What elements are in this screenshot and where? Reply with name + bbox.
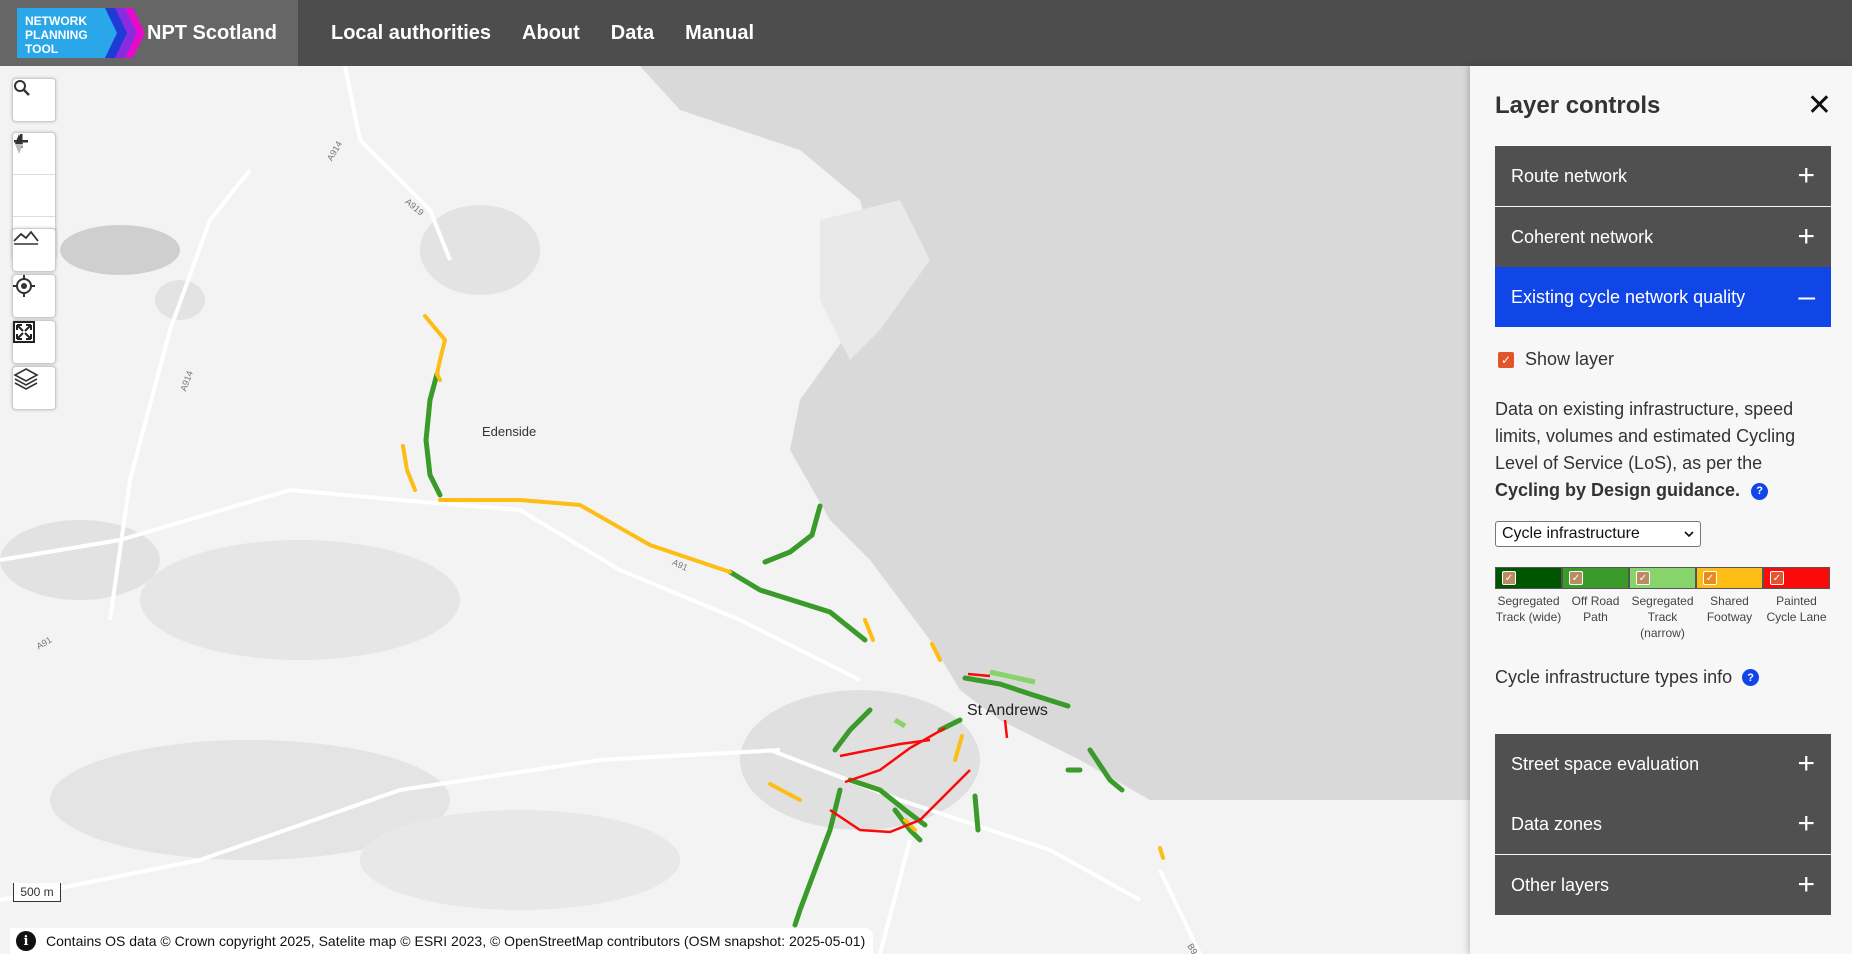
fullscreen-button[interactable]	[13, 321, 55, 363]
section-label: Other layers	[1511, 874, 1610, 895]
check-icon: ✓	[1569, 571, 1583, 585]
legend-swatch[interactable]: ✓	[1562, 567, 1629, 589]
legend-label: Segregated Track (wide)	[1495, 594, 1562, 624]
chevron-down-icon	[1684, 531, 1694, 538]
fullscreen-icon	[13, 321, 35, 343]
section-street-space-evaluation[interactable]: Street space evaluation +	[1495, 734, 1831, 794]
attribution-bar: i Contains OS data © Crown copyright 202…	[10, 928, 874, 954]
legend-label: Off Road Path	[1571, 594, 1620, 624]
legend-item-shared-footway: ✓ Shared Footway	[1696, 567, 1763, 641]
legend-swatch[interactable]: ✓	[1696, 567, 1763, 589]
show-layer-row: ✓ Show layer	[1495, 349, 1614, 370]
compass-icon	[15, 134, 23, 154]
map-canvas[interactable]: Edenside St Andrews A914 A919 A914 A91 A…	[0, 66, 1470, 954]
section-label: Data zones	[1511, 813, 1603, 834]
section-label: Coherent network	[1511, 226, 1654, 247]
cycling-by-design-link[interactable]: Cycling by Design guidance.	[1495, 480, 1740, 500]
geolocate-control	[12, 274, 56, 318]
search-button[interactable]	[13, 79, 55, 121]
section-route-network[interactable]: Route network +	[1495, 146, 1831, 206]
expand-icon: +	[1797, 868, 1815, 901]
app-title[interactable]: NPT Scotland	[147, 22, 277, 45]
legend-item-segregated-wide: ✓ Segregated Track (wide)	[1495, 567, 1562, 641]
search-icon	[14, 80, 30, 96]
nav-manual[interactable]: Manual	[685, 22, 754, 45]
geolocate-icon	[13, 275, 35, 297]
fullscreen-control	[12, 320, 56, 364]
main-nav: Local authorities About Data Manual	[331, 22, 785, 45]
legend-swatch[interactable]: ✓	[1763, 567, 1830, 589]
legend-item-painted-lane: ✓ Painted Cycle Lane	[1763, 567, 1830, 641]
legend-swatch[interactable]: ✓	[1629, 567, 1696, 589]
show-layer-label: Show layer	[1525, 349, 1615, 369]
top-navigation-bar: NETWORK PLANNING TOOL NPT Scotland Local…	[0, 0, 1852, 66]
layers-control	[12, 366, 56, 410]
legend-label: Segregated Track (narrow)	[1631, 594, 1694, 640]
help-icon[interactable]: ?	[1751, 482, 1769, 500]
infrastructure-type-select[interactable]: Cycle infrastructure	[1495, 521, 1701, 547]
hill-shade-3	[140, 540, 460, 660]
npt-logo[interactable]: NETWORK PLANNING TOOL	[17, 8, 147, 58]
legend-swatch[interactable]: ✓	[1495, 567, 1562, 589]
hill-shade-2	[0, 520, 160, 600]
legend-item-segregated-narrow: ✓ Segregated Track (narrow)	[1629, 567, 1696, 641]
section-other-layers[interactable]: Other layers +	[1495, 855, 1831, 915]
close-icon[interactable]: ✕	[1807, 88, 1832, 123]
terrain-control	[12, 228, 56, 272]
layers-icon	[13, 368, 39, 390]
infrastructure-info-row: Cycle infrastructure types info ?	[1495, 667, 1760, 688]
section-coherent-network[interactable]: Coherent network +	[1495, 207, 1831, 267]
terrain-button[interactable]	[13, 229, 55, 271]
expand-icon: +	[1797, 807, 1815, 840]
layer-controls-panel: Layer controls ✕ Route network + Coheren…	[1470, 66, 1852, 954]
layers-button[interactable]	[13, 367, 55, 409]
check-icon: ✓	[1770, 571, 1784, 585]
check-icon: ✓	[1502, 571, 1516, 585]
infrastructure-info-text: Cycle infrastructure types info	[1495, 667, 1733, 687]
search-control	[12, 78, 56, 122]
terrain-icon	[13, 230, 39, 245]
show-layer-checkbox[interactable]: ✓	[1498, 351, 1514, 368]
expand-icon: +	[1797, 159, 1815, 192]
place-label-edenside: Edenside	[482, 424, 537, 439]
zoom-out-button[interactable]	[13, 140, 55, 217]
legend-item-off-road: ✓ Off Road Path	[1562, 567, 1629, 641]
select-value: Cycle infrastructure	[1502, 525, 1640, 542]
panel-title: Layer controls	[1495, 92, 1661, 119]
section-data-zones[interactable]: Data zones +	[1495, 794, 1831, 854]
logo-text: NETWORK PLANNING TOOL	[17, 8, 107, 58]
logo-chevrons-icon	[95, 8, 145, 58]
geolocate-button[interactable]	[13, 275, 55, 317]
section-label: Existing cycle network quality	[1511, 286, 1746, 307]
info-icon[interactable]: i	[16, 931, 36, 951]
layer-description: Data on existing infrastructure, speed l…	[1495, 396, 1825, 504]
place-label-st-andrews: St Andrews	[967, 702, 1048, 719]
hill-shade-1	[60, 225, 180, 275]
town-st-andrews	[740, 690, 980, 830]
section-label: Street space evaluation	[1511, 753, 1700, 774]
help-icon[interactable]: ?	[1742, 669, 1760, 686]
nav-data[interactable]: Data	[611, 22, 654, 45]
hill-shade-5	[360, 810, 680, 910]
nav-local-authorities[interactable]: Local authorities	[331, 22, 491, 45]
legend-label: Painted Cycle Lane	[1766, 594, 1827, 624]
description-text: Data on existing infrastructure, speed l…	[1495, 399, 1796, 473]
check-icon: ✓	[1636, 571, 1650, 585]
check-icon: ✓	[1703, 571, 1717, 585]
attribution-text: Contains OS data © Crown copyright 2025,…	[46, 933, 866, 949]
expand-icon: +	[1797, 220, 1815, 253]
expand-icon: +	[1797, 747, 1815, 780]
estuary-water	[640, 66, 1470, 800]
infrastructure-legend: ✓ Segregated Track (wide) ✓ Off Road Pat…	[1495, 567, 1831, 641]
collapse-icon: –	[1798, 280, 1815, 313]
section-label: Route network	[1511, 165, 1628, 186]
map-graphic	[0, 66, 1470, 954]
section-existing-cycle-network-quality[interactable]: Existing cycle network quality –	[1495, 267, 1831, 327]
town-guardbridge	[420, 205, 540, 295]
brand[interactable]: NETWORK PLANNING TOOL NPT Scotland	[0, 0, 298, 66]
legend-label: Shared Footway	[1706, 594, 1753, 624]
nav-about[interactable]: About	[522, 22, 580, 45]
scale-bar: 500 m	[13, 883, 61, 902]
